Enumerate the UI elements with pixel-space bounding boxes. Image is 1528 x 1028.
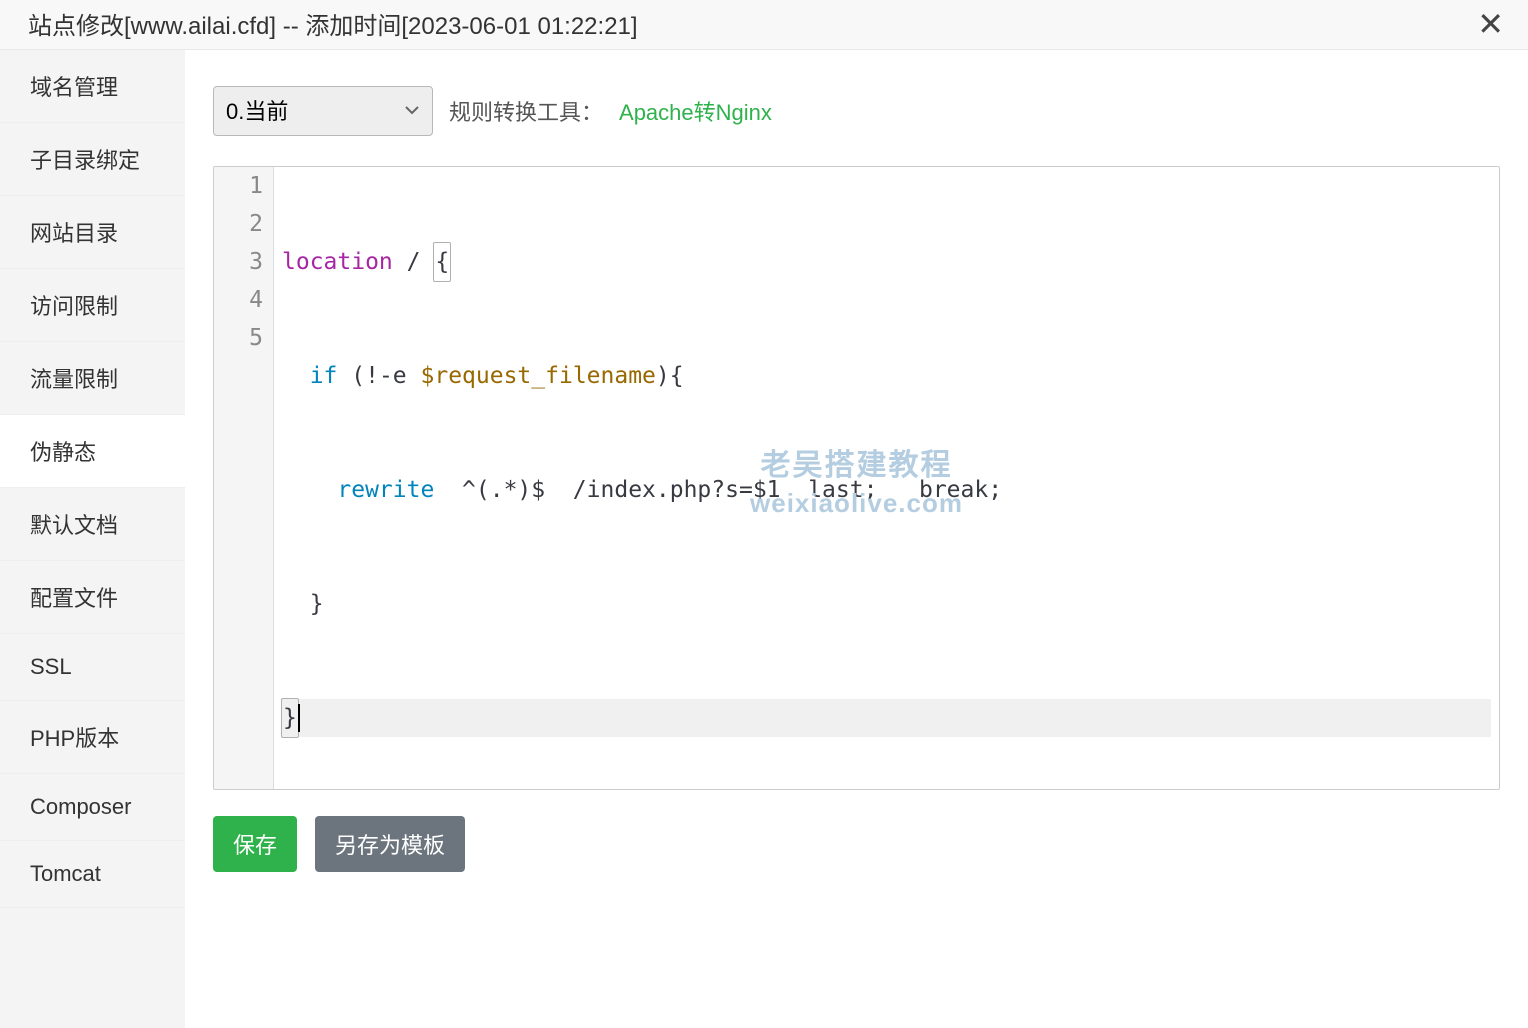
sidebar-item-domain[interactable]: 域名管理 [0, 50, 185, 123]
line-number: 4 [214, 281, 263, 319]
modal-header: 站点修改[www.ailai.cfd] -- 添加时间[2023-06-01 0… [0, 0, 1528, 50]
code-body[interactable]: location / { if (!-e $request_filename){… [274, 167, 1499, 789]
content-area: 0.当前 规则转换工具： Apache转Nginx 1 2 3 4 5 loca… [185, 50, 1528, 1028]
code-line: } [282, 585, 1491, 623]
code-editor[interactable]: 1 2 3 4 5 location / { if (!-e $request_… [213, 166, 1500, 790]
sidebar-item-sitedir[interactable]: 网站目录 [0, 196, 185, 269]
sidebar-item-composer[interactable]: Composer [0, 774, 185, 841]
sidebar-item-subdir[interactable]: 子目录绑定 [0, 123, 185, 196]
line-number: 5 [214, 319, 263, 357]
sidebar-item-defaultdoc[interactable]: 默认文档 [0, 488, 185, 561]
text-cursor [298, 704, 300, 732]
sidebar-item-php[interactable]: PHP版本 [0, 701, 185, 774]
main-layout: 域名管理 子目录绑定 网站目录 访问限制 流量限制 伪静态 默认文档 配置文件 … [0, 50, 1528, 1028]
template-select-wrapper: 0.当前 [213, 86, 433, 136]
sidebar-item-traffic[interactable]: 流量限制 [0, 342, 185, 415]
sidebar: 域名管理 子目录绑定 网站目录 访问限制 流量限制 伪静态 默认文档 配置文件 … [0, 50, 185, 1028]
sidebar-item-config[interactable]: 配置文件 [0, 561, 185, 634]
template-select[interactable]: 0.当前 [213, 86, 433, 136]
line-number: 2 [214, 205, 263, 243]
toolbar-row: 0.当前 规则转换工具： Apache转Nginx [213, 86, 1500, 136]
modal-title: 站点修改[www.ailai.cfd] -- 添加时间[2023-06-01 0… [28, 6, 638, 41]
save-button[interactable]: 保存 [213, 816, 297, 872]
code-line: rewrite ^(.*)$ /index.php?s=$1 last; bre… [282, 471, 1491, 509]
sidebar-item-access[interactable]: 访问限制 [0, 269, 185, 342]
close-icon[interactable]: ✕ [1473, 8, 1508, 40]
convert-tool-label: 规则转换工具： [449, 95, 603, 127]
code-line: if (!-e $request_filename){ [282, 357, 1491, 395]
code-line: location / { [282, 243, 1491, 281]
sidebar-item-rewrite[interactable]: 伪静态 [0, 415, 185, 488]
editor-gutter: 1 2 3 4 5 [214, 167, 274, 789]
button-row: 保存 另存为模板 [213, 816, 1500, 872]
code-line-active: } [282, 699, 1491, 737]
line-number: 3 [214, 243, 263, 281]
line-number: 1 [214, 167, 263, 205]
save-as-template-button[interactable]: 另存为模板 [315, 816, 465, 872]
apache-to-nginx-link[interactable]: Apache转Nginx [619, 95, 772, 127]
sidebar-item-tomcat[interactable]: Tomcat [0, 841, 185, 908]
sidebar-item-ssl[interactable]: SSL [0, 634, 185, 701]
